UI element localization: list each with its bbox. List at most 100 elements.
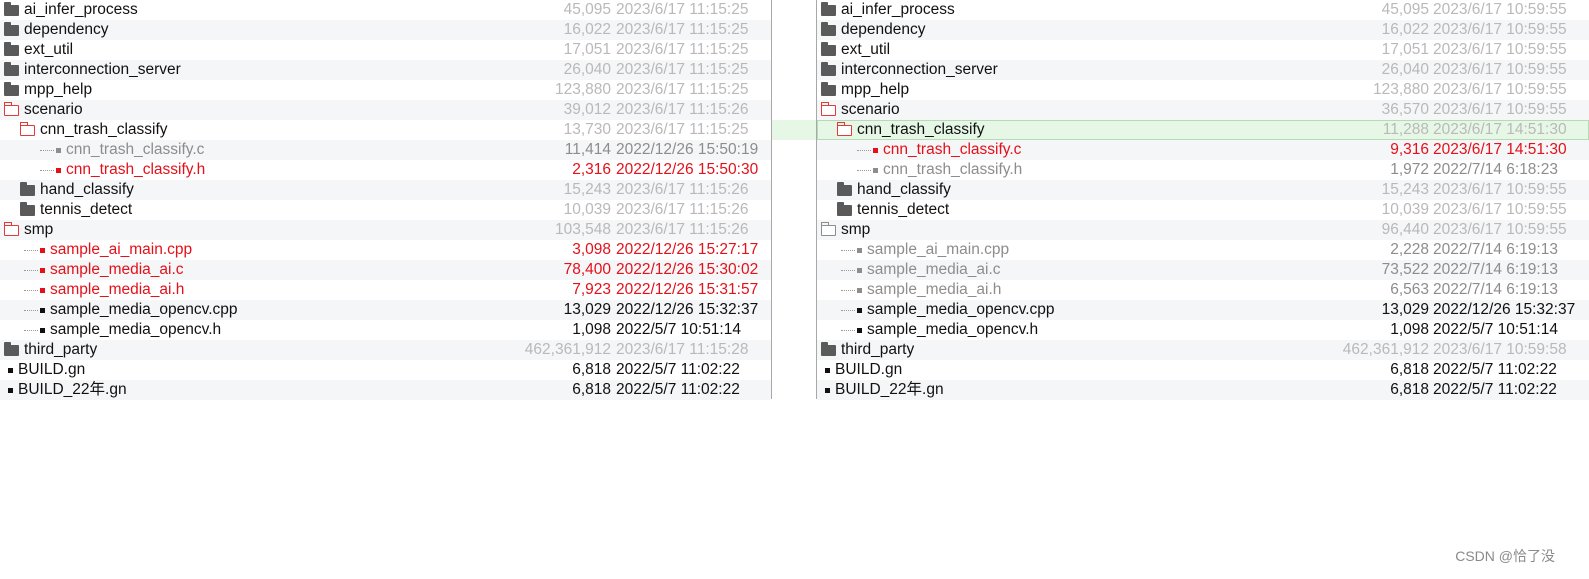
row-name-cell: sample_media_opencv.cpp: [24, 300, 238, 320]
file-name: hand_classify: [857, 181, 951, 198]
file-row[interactable]: sample_media_opencv.h 1,098 2022/5/7 10:51…: [0, 320, 771, 340]
file-row[interactable]: tennis_detect 10,039 2023/6/17 11:15:26: [0, 200, 771, 220]
file-row[interactable]: sample_media_ai.h 7,923 2022/12/26 15:31:5…: [0, 280, 771, 300]
file-row[interactable]: BUILD_22年.gn 6,818 2022/5/7 11:02:22: [817, 380, 1589, 400]
file-size: 36,570: [1381, 101, 1429, 118]
file-date: 2022/7/14 6:19:13: [1433, 261, 1558, 278]
file-row[interactable]: BUILD.gn 6,818 2022/5/7 11:02:22: [0, 360, 771, 380]
folder-icon: [4, 81, 19, 96]
row-name-cell: ai_infer_process: [821, 0, 955, 20]
file-icon: [40, 327, 45, 333]
folder-open-icon: [821, 101, 836, 116]
file-row[interactable]: ext_util 17,051 2023/6/17 10:59:55: [817, 40, 1589, 60]
row-name-cell: dependency: [821, 20, 925, 40]
file-date: 2023/6/17 10:59:55: [1433, 61, 1567, 78]
file-icon: [8, 367, 13, 373]
file-name: dependency: [24, 21, 109, 38]
file-size: 1,098: [1390, 321, 1429, 338]
file-row[interactable]: sample_media_ai.c 78,400 2022/12/26 15:30:…: [0, 260, 771, 280]
file-row[interactable]: mpp_help 123,880 2023/6/17 10:59:55: [817, 80, 1589, 100]
file-row[interactable]: dependency 16,022 2023/6/17 10:59:55: [817, 20, 1589, 40]
file-date: 2022/12/26 15:32:37: [616, 301, 759, 318]
file-name: cnn_trash_classify.h: [883, 161, 1023, 178]
file-row[interactable]: cnn_trash_classify.h 1,972 2022/7/14 6:18:…: [817, 160, 1589, 180]
file-name: mpp_help: [841, 81, 910, 98]
tree-connector-icon: [857, 149, 871, 151]
file-row[interactable]: scenario 36,570 2023/6/17 10:59:55: [817, 100, 1589, 120]
file-icon: [56, 147, 61, 153]
file-name: cnn_trash_classify: [857, 121, 985, 138]
file-icon: [825, 367, 830, 373]
file-size: 17,051: [1381, 41, 1429, 58]
file-name: sample_media_opencv.cpp: [50, 301, 238, 318]
file-row[interactable]: interconnection_server 26,040 2023/6/17 11…: [0, 60, 771, 80]
row-name-cell: ext_util: [821, 40, 890, 60]
tree-connector-icon: [841, 289, 855, 291]
file-date: 2022/5/7 11:02:22: [616, 381, 740, 398]
file-date: 2023/6/17 11:15:28: [616, 341, 749, 358]
file-icon: [857, 287, 862, 293]
file-name: tennis_detect: [857, 201, 950, 218]
file-row[interactable]: ai_infer_process 45,095 2023/6/17 11:15:25: [0, 0, 771, 20]
file-icon: [40, 287, 45, 293]
file-row[interactable]: cnn_trash_classify.c 11,414 2022/12/26 15:…: [0, 140, 771, 160]
file-row[interactable]: interconnection_server 26,040 2023/6/17 10…: [817, 60, 1589, 80]
file-name: interconnection_server: [841, 61, 998, 78]
file-row[interactable]: sample_media_opencv.h 1,098 2022/5/7 10:51…: [817, 320, 1589, 340]
file-icon: [825, 387, 830, 393]
row-name-cell: cnn_trash_classify.c: [857, 140, 1021, 160]
file-row[interactable]: ai_infer_process 45,095 2023/6/17 10:59:55: [817, 0, 1589, 20]
tree-connector-icon: [24, 309, 38, 311]
file-row[interactable]: sample_media_ai.c 73,522 2022/7/14 6:19:13: [817, 260, 1589, 280]
file-size: 462,361,912: [524, 341, 611, 358]
file-row[interactable]: sample_ai_main.cpp 2,228 2022/7/14 6:19:13: [817, 240, 1589, 260]
file-size: 2,316: [572, 161, 611, 178]
file-row[interactable]: dependency 16,022 2023/6/17 11:15:25: [0, 20, 771, 40]
file-row[interactable]: sample_media_ai.h 6,563 2022/7/14 6:19:13: [817, 280, 1589, 300]
file-row[interactable]: cnn_trash_classify 13,730 2023/6/17 11:15:…: [0, 120, 771, 140]
file-icon: [40, 267, 45, 273]
file-row[interactable]: sample_ai_main.cpp 3,098 2022/12/26 15:27:…: [0, 240, 771, 260]
file-row[interactable]: ext_util 17,051 2023/6/17 11:15:25: [0, 40, 771, 60]
file-date: 2022/5/7 10:51:14: [1433, 321, 1558, 338]
row-name-cell: hand_classify: [20, 180, 134, 200]
row-name-cell: mpp_help: [821, 80, 909, 100]
file-row[interactable]: hand_classify 15,243 2023/6/17 11:15:26: [0, 180, 771, 200]
file-name: ai_infer_process: [841, 1, 955, 18]
file-row[interactable]: cnn_trash_classify.h 2,316 2022/12/26 15:5…: [0, 160, 771, 180]
file-date: 2023/6/17 11:15:26: [616, 101, 749, 118]
file-row[interactable]: smp 96,440 2023/6/17 10:59:55: [817, 220, 1589, 240]
folder-open-icon: [837, 121, 852, 136]
file-row[interactable]: cnn_trash_classify 11,288 2023/6/17 14:51:…: [817, 120, 1589, 140]
file-row[interactable]: mpp_help 123,880 2023/6/17 11:15:25: [0, 80, 771, 100]
row-name-cell: sample_media_ai.h: [841, 280, 1001, 300]
file-row[interactable]: scenario 39,012 2023/6/17 11:15:26: [0, 100, 771, 120]
file-name: cnn_trash_classify.h: [66, 161, 206, 178]
file-name: ai_infer_process: [24, 1, 138, 18]
file-row[interactable]: tennis_detect 10,039 2023/6/17 10:59:55: [817, 200, 1589, 220]
row-name-cell: ext_util: [4, 40, 73, 60]
file-name: third_party: [841, 341, 915, 358]
file-row[interactable]: third_party 462,361,912 2023/6/17 10:59:58: [817, 340, 1589, 360]
file-row[interactable]: BUILD_22年.gn 6,818 2022/5/7 11:02:22: [0, 380, 771, 400]
row-name-cell: sample_ai_main.cpp: [24, 240, 192, 260]
row-name-cell: tennis_detect: [837, 200, 949, 220]
gutter-selection-highlight: [772, 120, 816, 140]
file-row[interactable]: sample_media_opencv.cpp 13,029 2022/12/26 …: [817, 300, 1589, 320]
file-date: 2023/6/17 10:59:55: [1433, 221, 1567, 238]
file-size: 103,548: [554, 221, 611, 238]
folder-icon: [821, 41, 836, 56]
file-date: 2022/12/26 15:32:37: [1433, 301, 1576, 318]
file-row[interactable]: sample_media_opencv.cpp 13,029 2022/12/26 …: [0, 300, 771, 320]
file-size: 123,880: [554, 81, 611, 98]
file-size: 15,243: [1381, 181, 1429, 198]
file-row[interactable]: third_party 462,361,912 2023/6/17 11:15:28: [0, 340, 771, 360]
file-name: third_party: [24, 341, 98, 358]
file-row[interactable]: BUILD.gn 6,818 2022/5/7 11:02:22: [817, 360, 1589, 380]
file-date: 2022/12/26 15:50:30: [616, 161, 759, 178]
left-folder-pane[interactable]: ai_infer_process 45,095 2023/6/17 11:15:25…: [0, 0, 771, 400]
right-folder-pane[interactable]: ai_infer_process 45,095 2023/6/17 10:59:55…: [817, 0, 1589, 400]
file-row[interactable]: smp 103,548 2023/6/17 11:15:26: [0, 220, 771, 240]
file-row[interactable]: cnn_trash_classify.c 9,316 2023/6/17 14:51…: [817, 140, 1589, 160]
file-row[interactable]: hand_classify 15,243 2023/6/17 10:59:55: [817, 180, 1589, 200]
